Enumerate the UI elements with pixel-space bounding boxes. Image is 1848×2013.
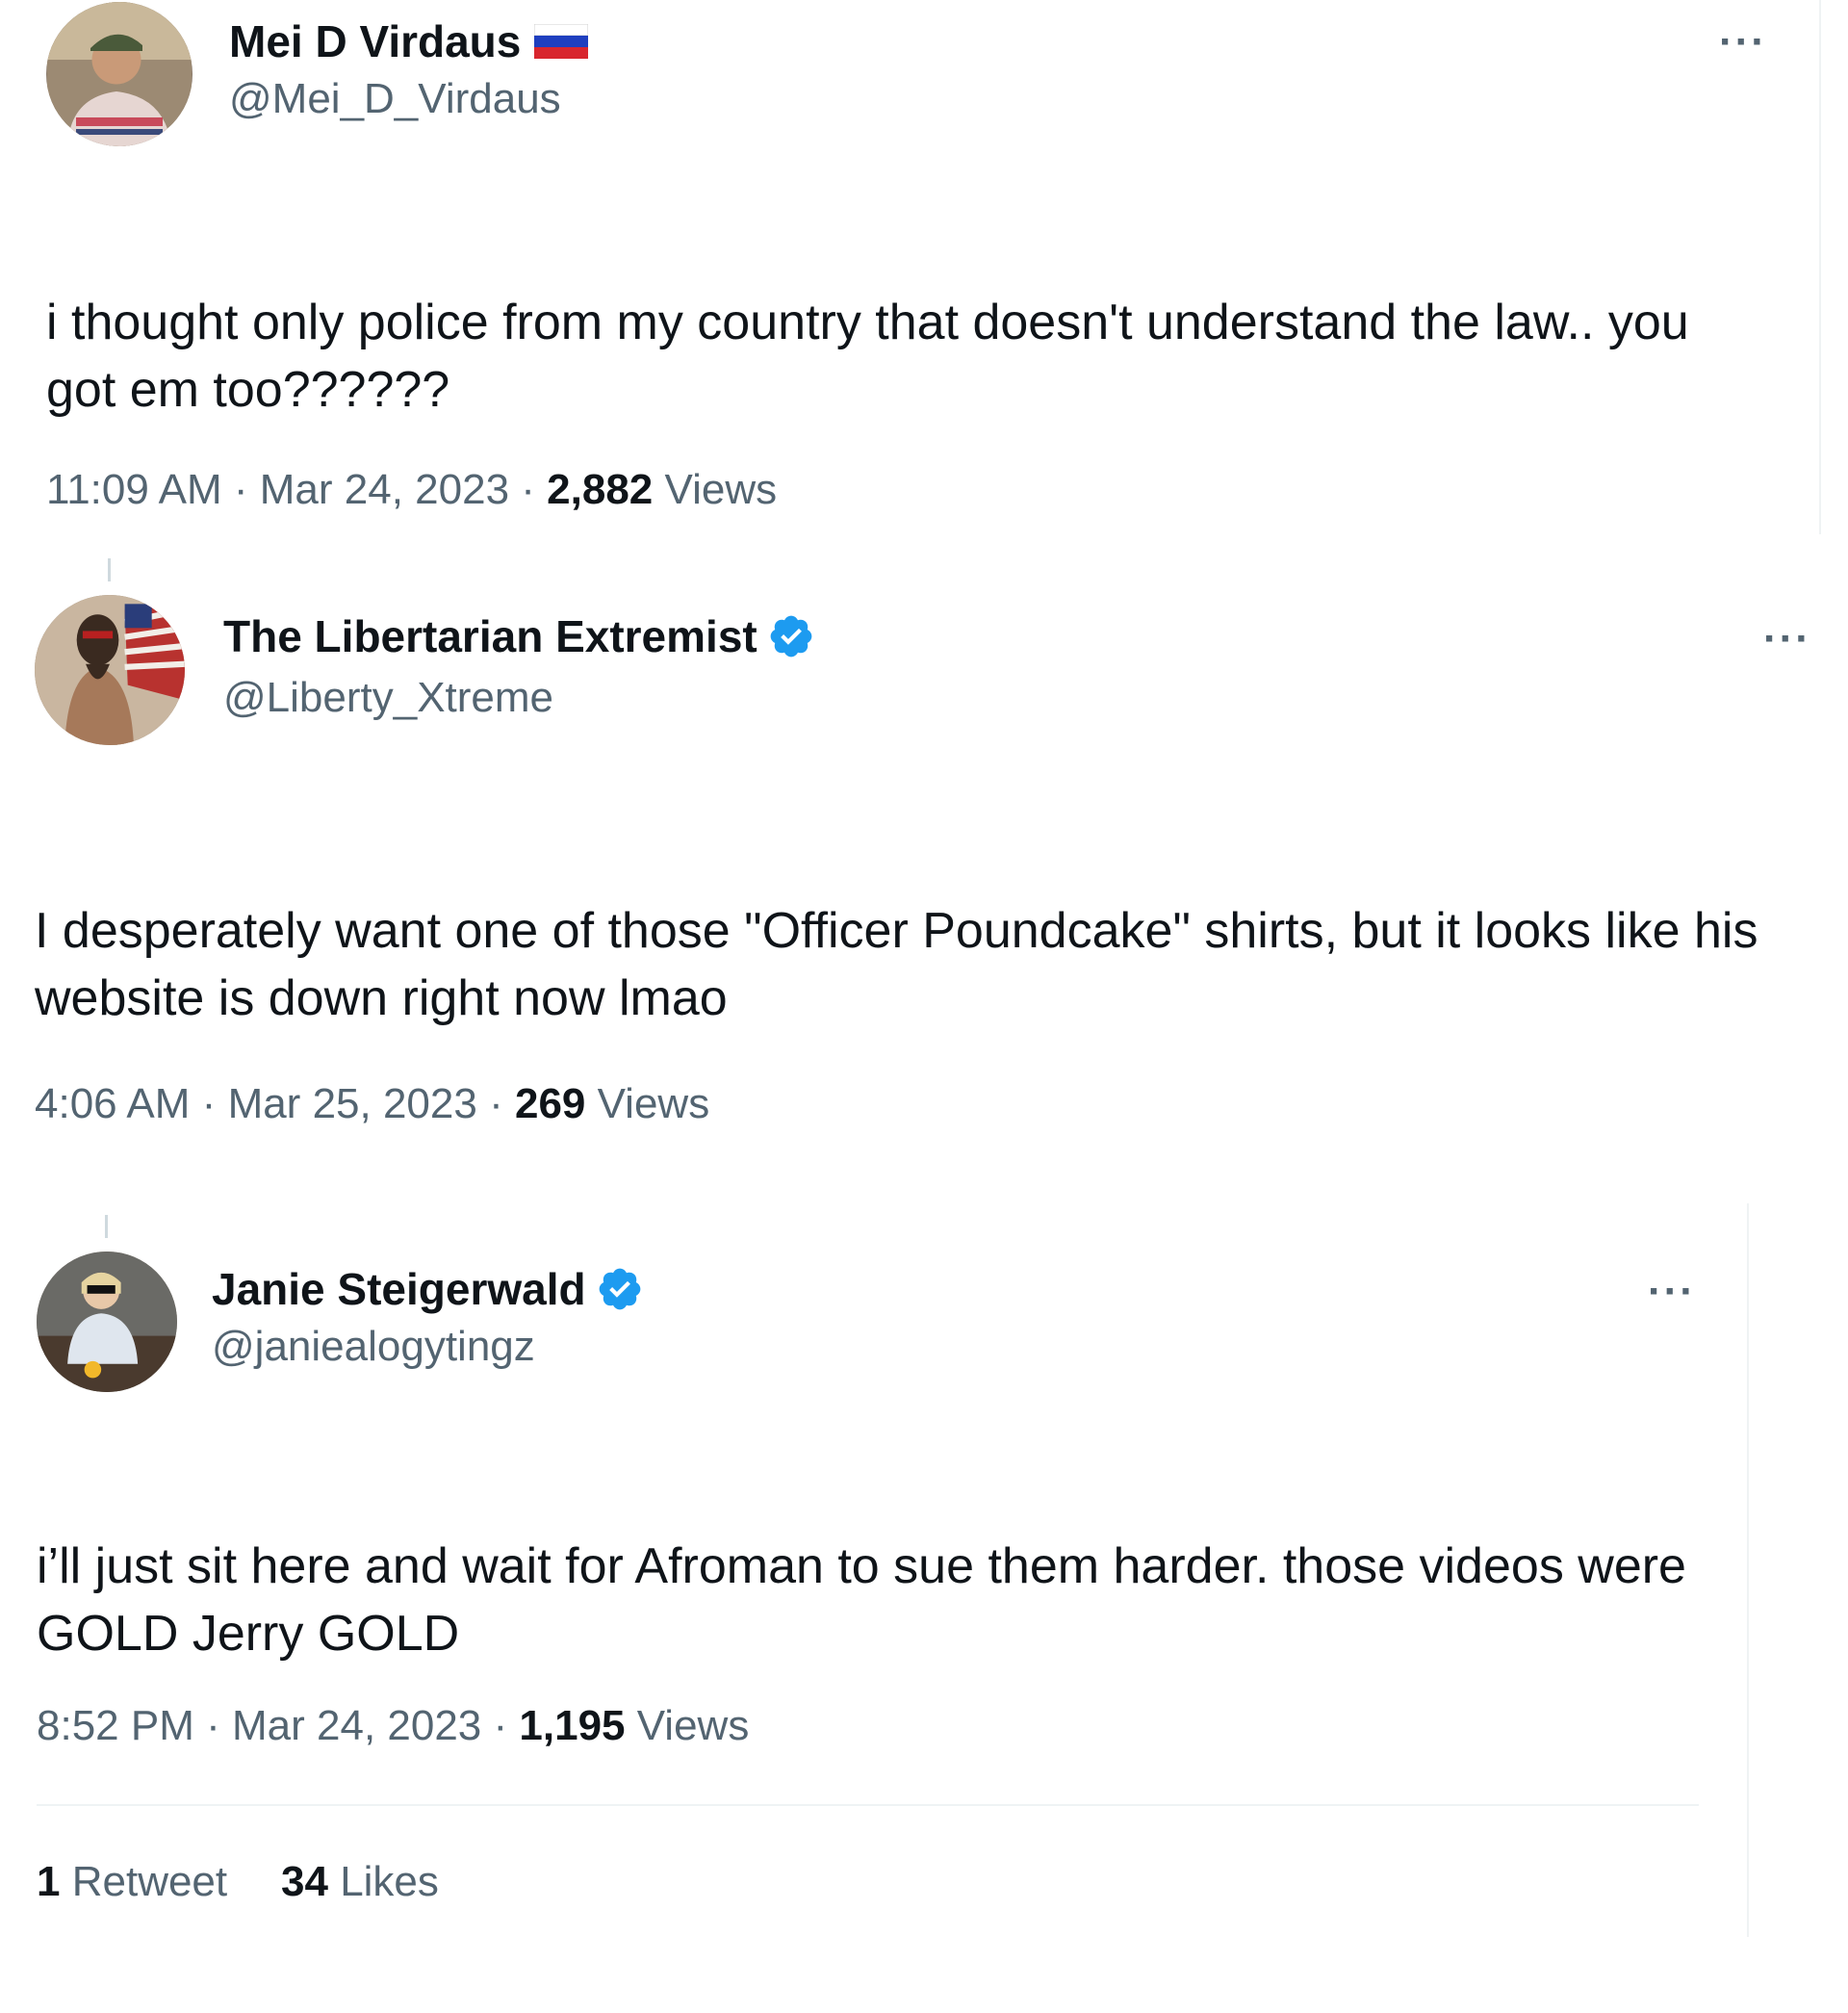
- retweets-label: Retweet: [71, 1858, 228, 1905]
- author-handle[interactable]: @Mei_D_Virdaus: [229, 75, 561, 123]
- views-label: Views: [636, 1702, 750, 1749]
- retweets-stat[interactable]: 1 Retweet: [37, 1858, 227, 1906]
- panel-border: [1747, 1203, 1749, 1937]
- likes-stat[interactable]: 34 Likes: [281, 1858, 439, 1906]
- tweet-time[interactable]: 4:06 AM: [35, 1080, 190, 1127]
- views-count: 269: [514, 1080, 586, 1127]
- likes-count: 34: [281, 1858, 328, 1905]
- avatar-mei[interactable]: [46, 2, 192, 146]
- avatar-janie[interactable]: [37, 1252, 177, 1392]
- author-name[interactable]: The Libertarian Extremist: [223, 610, 815, 662]
- views-label: Views: [597, 1080, 710, 1127]
- author-name-text: Janie Steigerwald: [212, 1264, 586, 1314]
- tweet-meta: 8:52 PM · Mar 24, 2023 · 1,195 Views: [37, 1702, 749, 1750]
- meta-separator: ·: [206, 1702, 220, 1749]
- more-options-icon[interactable]: ···: [1648, 1271, 1696, 1313]
- author-handle[interactable]: @janiealogytingz: [212, 1323, 535, 1371]
- views-label: Views: [664, 466, 778, 513]
- views-count: 1,195: [519, 1702, 626, 1749]
- verified-badge-icon: [599, 1268, 640, 1310]
- avatar-libertarian[interactable]: [35, 595, 185, 745]
- avatar-libertarian-image: [35, 595, 185, 745]
- meta-separator: ·: [521, 466, 535, 513]
- meta-separator: ·: [489, 1080, 503, 1127]
- more-options-icon[interactable]: ···: [1763, 618, 1811, 660]
- author-handle[interactable]: @Liberty_Xtreme: [223, 674, 553, 722]
- panel-border: [1819, 0, 1821, 534]
- russia-flag-icon: [534, 24, 589, 59]
- thread-connector: [105, 1215, 108, 1238]
- author-name-text: Mei D Virdaus: [229, 16, 522, 66]
- tweet-meta: 11:09 AM · Mar 24, 2023 · 2,882 Views: [46, 466, 777, 514]
- views-count: 2,882: [547, 466, 654, 513]
- avatar-janie-image: [37, 1252, 177, 1392]
- tweet-time[interactable]: 11:09 AM: [46, 466, 222, 513]
- author-name[interactable]: Janie Steigerwald: [212, 1263, 644, 1315]
- avatar-mei-image: [47, 2, 192, 146]
- thread-connector: [108, 558, 111, 581]
- tweet-date[interactable]: Mar 24, 2023: [260, 466, 509, 513]
- meta-separator: ·: [493, 1702, 508, 1749]
- tweet-text: I desperately want one of those "Officer…: [35, 903, 1758, 1027]
- likes-label: Likes: [340, 1858, 439, 1905]
- tweet-text: i’ll just sit here and wait for Afroman …: [37, 1538, 1686, 1663]
- tweet-date[interactable]: Mar 25, 2023: [228, 1080, 477, 1127]
- stats-divider: [37, 1804, 1699, 1806]
- more-options-icon[interactable]: ···: [1719, 21, 1767, 64]
- tweet-text: i thought only police from my country th…: [46, 295, 1689, 419]
- author-name[interactable]: Mei D Virdaus: [229, 15, 589, 67]
- verified-badge-icon: [770, 615, 812, 658]
- author-name-text: The Libertarian Extremist: [223, 611, 757, 661]
- retweets-count: 1: [37, 1858, 61, 1905]
- tweet-meta: 4:06 AM · Mar 25, 2023 · 269 Views: [35, 1080, 709, 1128]
- tweet-time[interactable]: 8:52 PM: [37, 1702, 194, 1749]
- meta-separator: ·: [201, 1080, 217, 1127]
- meta-separator: ·: [233, 466, 248, 513]
- tweet-date[interactable]: Mar 24, 2023: [232, 1702, 481, 1749]
